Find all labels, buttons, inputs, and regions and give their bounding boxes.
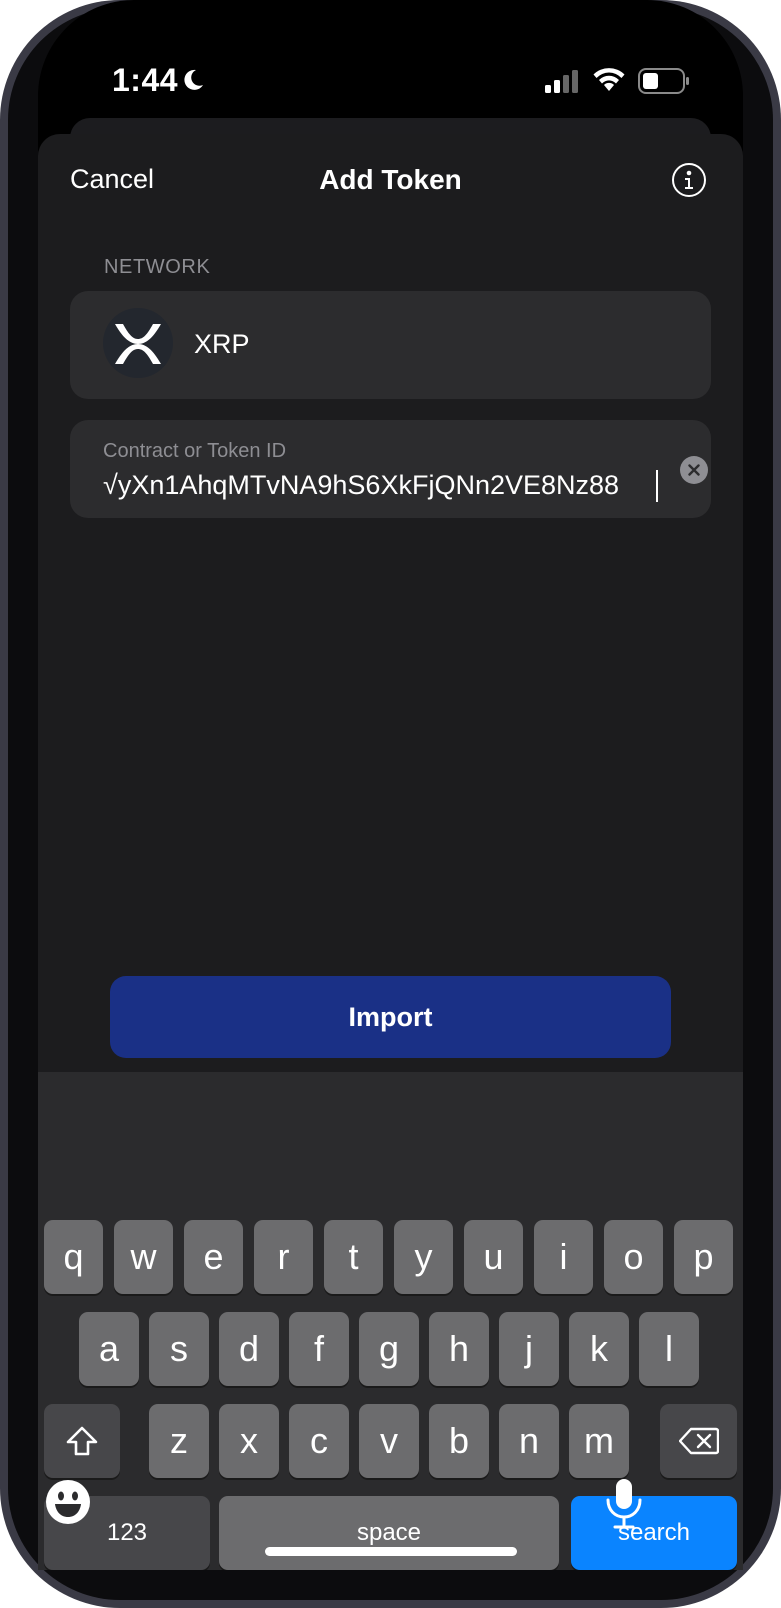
- key-i[interactable]: i: [534, 1220, 593, 1294]
- cellular-signal-icon: [545, 70, 578, 93]
- key-v[interactable]: v: [359, 1404, 419, 1478]
- key-d[interactable]: d: [219, 1312, 279, 1386]
- key-b[interactable]: b: [429, 1404, 489, 1478]
- token-id-value: √yXn1AhqMTvNA9hS6XkFjQNn2VE8Nz88: [103, 470, 620, 500]
- token-id-label: Contract or Token ID: [103, 440, 287, 462]
- key-x[interactable]: x: [219, 1404, 279, 1478]
- page-title: Add Token: [319, 164, 462, 195]
- microphone-icon[interactable]: [604, 1478, 644, 1530]
- nav-bar: Cancel Add Token: [38, 134, 743, 228]
- key-f[interactable]: f: [289, 1312, 349, 1386]
- search-key[interactable]: search: [571, 1496, 737, 1570]
- key-e[interactable]: e: [184, 1220, 243, 1294]
- key-h[interactable]: h: [429, 1312, 489, 1386]
- token-id-field[interactable]: Contract or Token ID √yXn1AhqMTvNA9hS6Xk…: [70, 420, 711, 518]
- info-glyph: [685, 170, 693, 189]
- key-t[interactable]: t: [324, 1220, 383, 1294]
- emoji-icon[interactable]: [44, 1478, 92, 1526]
- key-s[interactable]: s: [149, 1312, 209, 1386]
- xrp-logo-icon: [103, 308, 173, 378]
- shift-icon[interactable]: [44, 1404, 120, 1478]
- network-name: XRP: [194, 329, 250, 359]
- key-a[interactable]: a: [79, 1312, 139, 1386]
- key-w[interactable]: w: [114, 1220, 173, 1294]
- key-r[interactable]: r: [254, 1220, 313, 1294]
- add-token-sheet: Cancel Add Token NETWORK XRP Contract or…: [38, 134, 743, 1570]
- key-j[interactable]: j: [499, 1312, 559, 1386]
- status-time: 1:44: [112, 62, 179, 98]
- key-m[interactable]: m: [569, 1404, 629, 1478]
- home-indicator[interactable]: [265, 1547, 517, 1556]
- info-icon[interactable]: [672, 163, 706, 197]
- key-y[interactable]: y: [394, 1220, 453, 1294]
- key-n[interactable]: n: [499, 1404, 559, 1478]
- network-section-label: NETWORK: [104, 256, 211, 278]
- text-caret: [656, 470, 658, 502]
- key-k[interactable]: k: [569, 1312, 629, 1386]
- import-button[interactable]: Import: [110, 976, 671, 1058]
- key-p[interactable]: p: [674, 1220, 733, 1294]
- moon-icon: [184, 69, 203, 90]
- key-o[interactable]: o: [604, 1220, 663, 1294]
- wifi-icon: [593, 68, 625, 91]
- key-c[interactable]: c: [289, 1404, 349, 1478]
- clear-icon[interactable]: [680, 456, 708, 484]
- space-key[interactable]: space: [219, 1496, 559, 1570]
- token-id-input[interactable]: √yXn1AhqMTvNA9hS6XkFjQNn2VE8Nz88: [103, 470, 623, 501]
- network-selector[interactable]: XRP: [70, 291, 711, 399]
- key-g[interactable]: g: [359, 1312, 419, 1386]
- key-z[interactable]: z: [149, 1404, 209, 1478]
- key-q[interactable]: q: [44, 1220, 103, 1294]
- key-l[interactable]: l: [639, 1312, 699, 1386]
- key-u[interactable]: u: [464, 1220, 523, 1294]
- delete-icon[interactable]: [660, 1404, 737, 1478]
- battery-icon: [638, 68, 689, 94]
